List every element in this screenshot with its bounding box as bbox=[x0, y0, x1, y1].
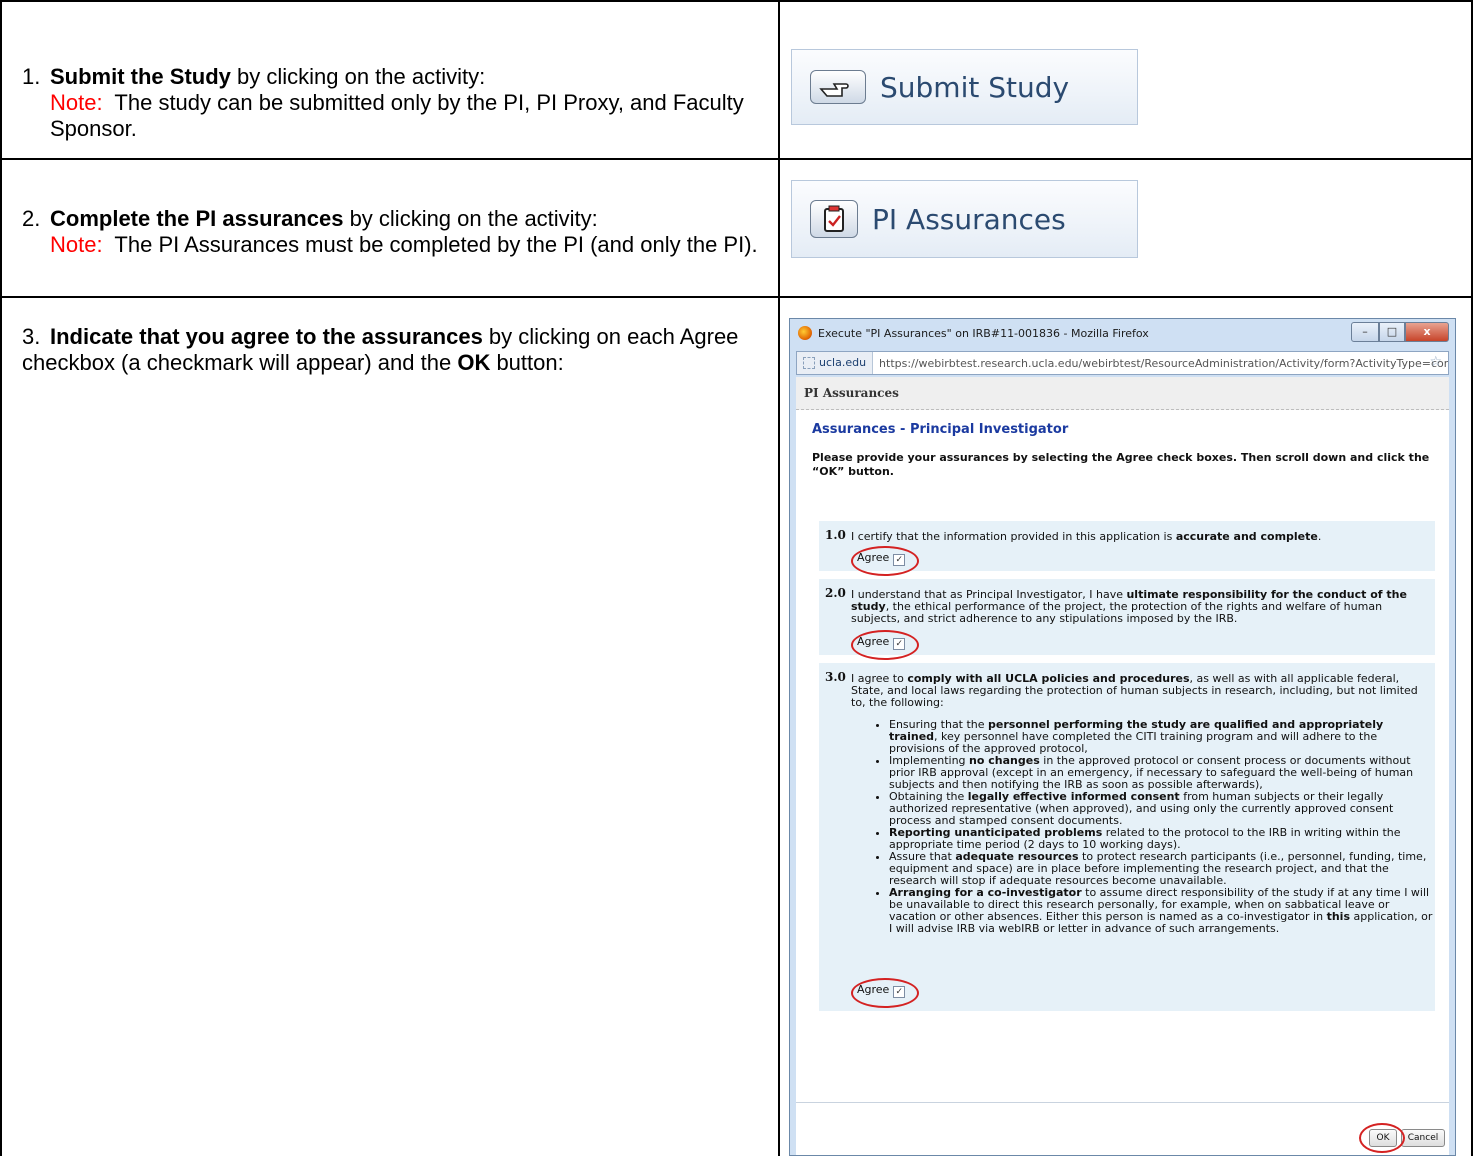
pointing-hand-icon bbox=[810, 70, 866, 104]
step-text: by clicking on the activity: bbox=[343, 206, 598, 231]
step-number: 3. bbox=[22, 324, 41, 349]
bookmark-star-icon[interactable]: ☆ bbox=[1429, 354, 1442, 370]
step-1: 1. Submit the Study by clicking on the ac… bbox=[22, 64, 762, 142]
step-number: 1. bbox=[22, 64, 41, 89]
highlight-circle bbox=[1359, 1123, 1405, 1153]
cancel-button[interactable]: Cancel bbox=[1401, 1129, 1445, 1147]
address-bar[interactable]: ucla.edu https://webirbtest.research.ucl… bbox=[796, 351, 1449, 375]
assurance-bullets: Ensuring that the personnel performing t… bbox=[819, 719, 1435, 935]
highlight-circle bbox=[851, 630, 919, 660]
dialog-header: PI Assurances bbox=[796, 377, 1449, 410]
site-identity[interactable]: ucla.edu bbox=[797, 352, 874, 374]
step-text: by clicking on the activity: bbox=[230, 64, 486, 89]
item-text-end: . bbox=[1317, 530, 1322, 543]
bullet-item: Assure that adequate resources to protec… bbox=[889, 851, 1435, 887]
submit-study-label: Submit Study bbox=[880, 70, 1070, 104]
item-number: 2.0 bbox=[825, 586, 846, 600]
assurances-intro: Please provide your assurances by select… bbox=[812, 451, 1430, 478]
note-text: The PI Assurances must be completed by t… bbox=[114, 232, 758, 257]
highlight-circle bbox=[851, 546, 919, 576]
url-text: https://webirbtest.research.ucla.edu/web… bbox=[879, 356, 1449, 370]
note-label: Note: bbox=[50, 90, 103, 115]
clipboard-check-icon bbox=[810, 200, 858, 238]
window-title: Execute "PI Assurances" on IRB#11-001836… bbox=[818, 326, 1149, 340]
item-bold: accurate and complete bbox=[1175, 530, 1318, 543]
item-number: 1.0 bbox=[825, 528, 846, 542]
step-heading: Indicate that you agree to the assurance… bbox=[50, 324, 483, 349]
assurances-title: Assurances - Principal Investigator bbox=[812, 422, 1069, 437]
bullet-item: Ensuring that the personnel performing t… bbox=[889, 719, 1435, 755]
note-label: Note: bbox=[50, 232, 103, 257]
pi-assurances-activity[interactable]: PI Assurances bbox=[791, 180, 1138, 258]
bullet-item: Arranging for a co-investigator to assum… bbox=[889, 887, 1435, 935]
minimize-button[interactable]: – bbox=[1351, 322, 1379, 342]
bullet-item: Reporting unanticipated problems related… bbox=[889, 827, 1435, 851]
close-button[interactable]: x bbox=[1405, 322, 1449, 342]
assurance-item-3: 3.0 I agree to comply with all UCLA poli… bbox=[819, 663, 1435, 1011]
highlight-circle bbox=[851, 978, 919, 1008]
step-text-end: button: bbox=[490, 350, 564, 375]
window-titlebar: Execute "PI Assurances" on IRB#11-001836… bbox=[790, 319, 1455, 347]
step-heading: Submit the Study bbox=[50, 64, 231, 89]
maximize-button[interactable]: □ bbox=[1379, 322, 1405, 342]
dialog-content: PI Assurances Assurances - Principal Inv… bbox=[796, 377, 1449, 1155]
pi-assurances-label: PI Assurances bbox=[872, 202, 1066, 236]
step-heading: Complete the PI assurances bbox=[50, 206, 344, 231]
bullet-item: Obtaining the legally effective informed… bbox=[889, 791, 1435, 827]
step-3: 3. Indicate that you agree to the assuran… bbox=[22, 324, 762, 376]
item-number: 3.0 bbox=[825, 670, 846, 684]
step-number: 2. bbox=[22, 206, 41, 231]
step-2: 2. Complete the PI assurances by clicking… bbox=[22, 206, 762, 258]
assurance-item-1: 1.0 I certify that the information provi… bbox=[819, 521, 1435, 576]
item-text: I certify that the information provided … bbox=[851, 530, 1176, 543]
firefox-window: Execute "PI Assurances" on IRB#11-001836… bbox=[789, 318, 1456, 1156]
step-ok-word: OK bbox=[457, 350, 491, 375]
assurance-item-2: 2.0 I understand that as Principal Inves… bbox=[819, 579, 1435, 660]
note-text: The study can be submitted only by the P… bbox=[50, 90, 744, 141]
dialog-footer: OK Cancel bbox=[796, 1102, 1449, 1155]
bullet-item: Implementing no changes in the approved … bbox=[889, 755, 1435, 791]
item-text-end: , the ethical performance of the project… bbox=[851, 600, 1383, 625]
firefox-icon bbox=[798, 326, 812, 340]
submit-study-activity[interactable]: Submit Study bbox=[791, 49, 1138, 125]
